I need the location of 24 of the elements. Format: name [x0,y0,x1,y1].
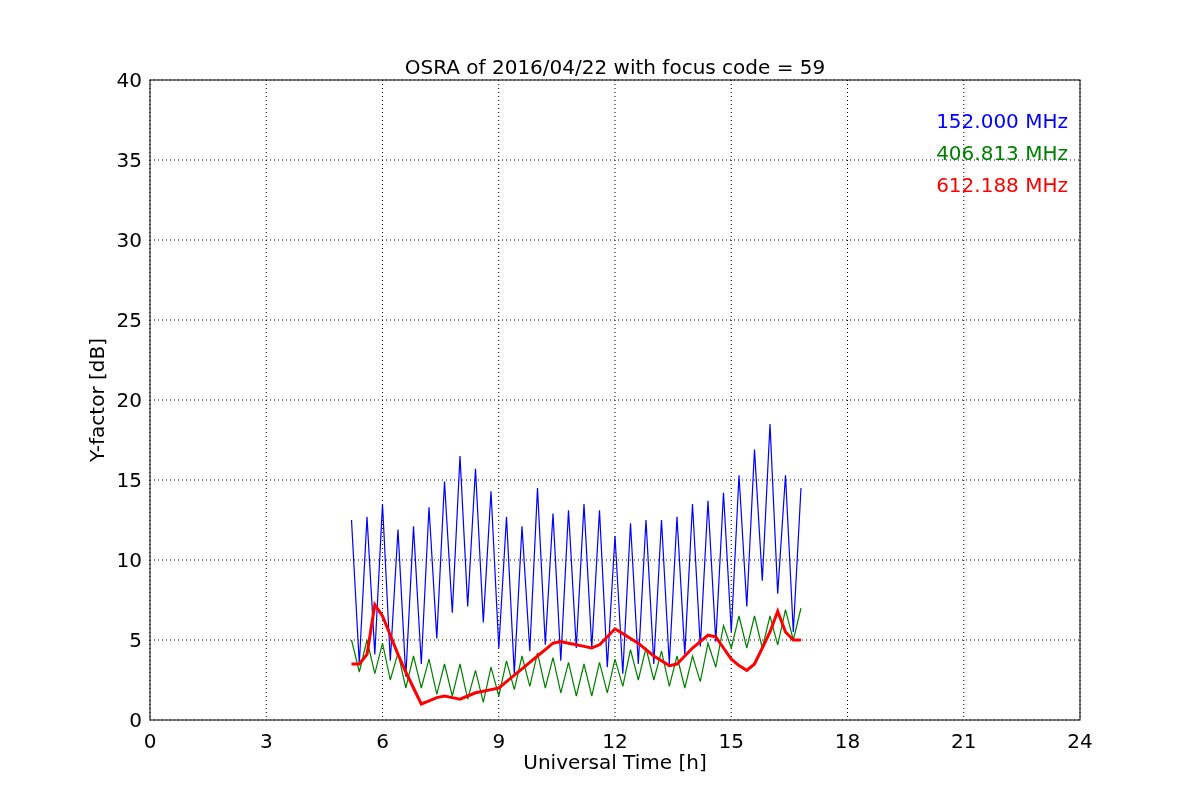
axis-label: Universal Time [h] [523,750,707,774]
tick-label: 30 [116,228,142,252]
tick-label: 25 [116,308,142,332]
tick-label: 35 [116,148,142,172]
legend-label: 406.813 MHz [936,141,1068,165]
tick-label: 21 [951,729,977,753]
tick-label: 3 [259,729,273,753]
chart-title: OSRA of 2016/04/22 with focus code = 59 [404,55,826,79]
tick-label: 5 [129,628,142,652]
tick-label: 0 [129,708,142,732]
legend-label: 152.000 MHz [936,109,1068,133]
tick-label: 24 [1067,729,1093,753]
legend-label: 612.188 MHz [936,173,1068,197]
tick-label: 9 [492,729,506,753]
tick-label: 0 [143,729,157,753]
tick-label: 15 [116,468,142,492]
tick-label: 6 [376,729,389,753]
tick-label: 15 [718,729,744,753]
tick-label: 40 [116,68,142,92]
tick-label: 12 [602,729,628,753]
tick-label: 10 [116,548,142,572]
axis-label: Y-factor [dB] [85,338,109,462]
tick-label: 18 [834,729,861,753]
tick-label: 20 [116,388,142,412]
